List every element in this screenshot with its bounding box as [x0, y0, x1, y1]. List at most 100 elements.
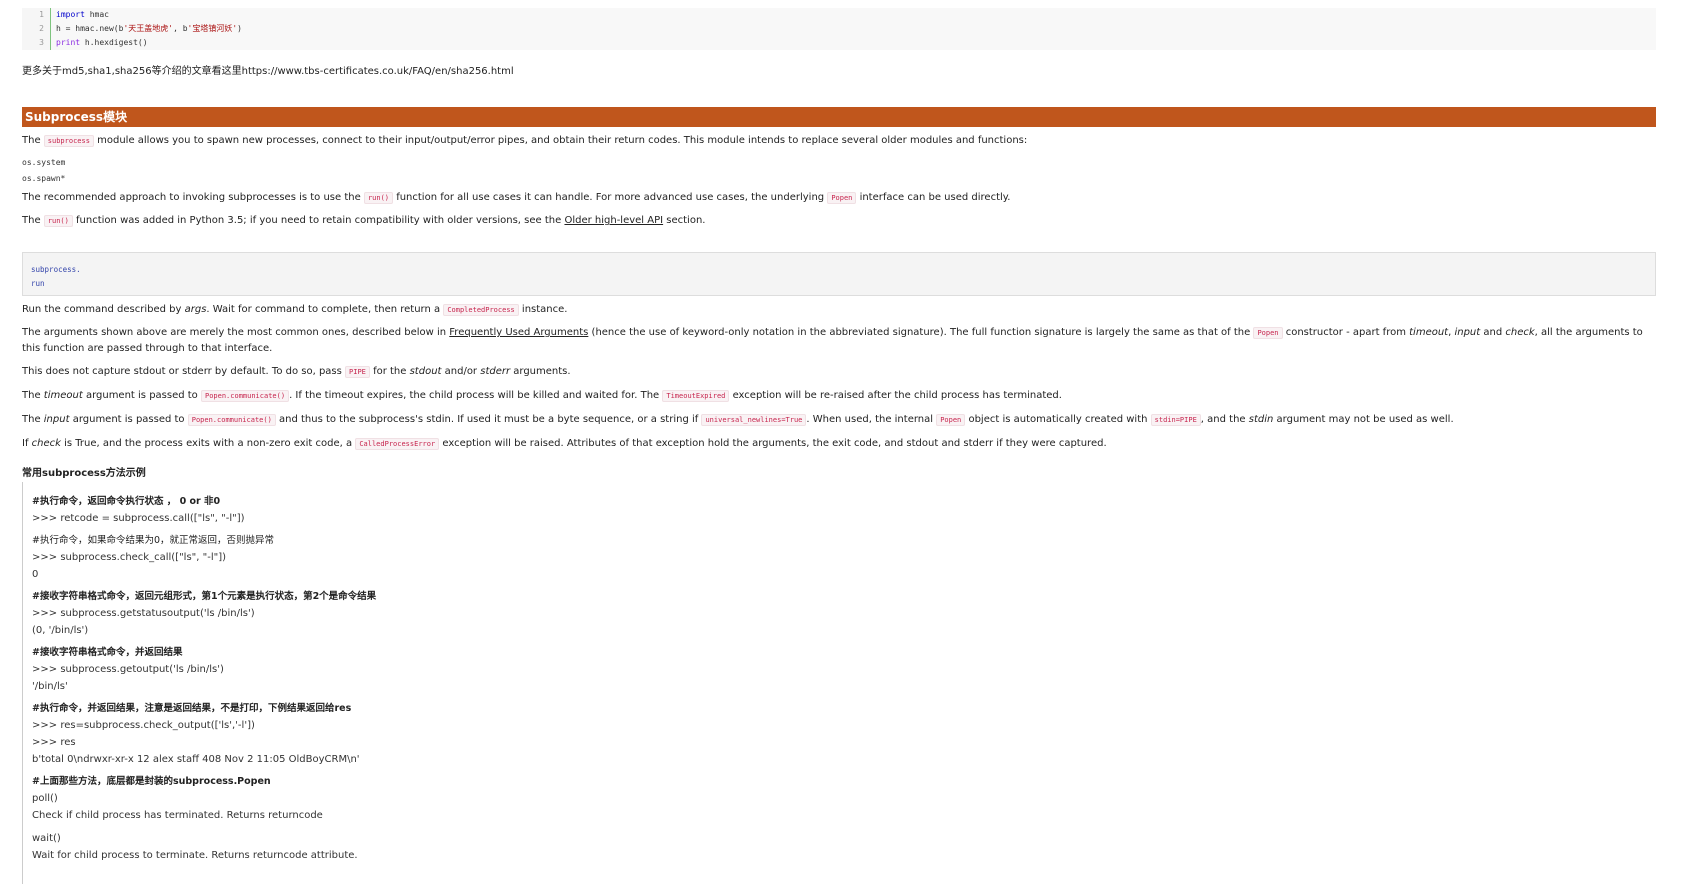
- example-line: b'total 0\ndrwxr-xr-x 12 alex staff 408 …: [32, 754, 360, 765]
- text: arguments.: [510, 366, 571, 377]
- text: constructor - apart from: [1282, 327, 1410, 338]
- inline-code: Popen.communicate(): [187, 414, 276, 426]
- text: stderr: [480, 366, 511, 377]
- old-function-item: os.spawn*: [22, 174, 66, 183]
- inline-code: PIPE: [345, 366, 370, 378]
- code-text: h = hmac.new(b: [56, 24, 124, 33]
- text: The: [22, 390, 44, 401]
- text: interface can be used directly.: [856, 192, 1011, 203]
- example-line: >>> res=subprocess.check_output(['ls','-…: [32, 720, 255, 731]
- text: exception will be re-raised after the ch…: [729, 390, 1062, 401]
- text: timeout: [43, 390, 83, 401]
- inline-code: universal_newlines=True: [701, 414, 807, 426]
- section-heading: Subprocess模块: [22, 107, 1656, 127]
- examples-heading: 常用subprocess方法示例: [22, 468, 146, 479]
- capture-paragraph: This does not capture stdout or stderr b…: [22, 364, 571, 380]
- text: exception will be raised. Attributes of …: [439, 438, 1107, 449]
- text: instance.: [518, 304, 568, 315]
- text: check: [1505, 327, 1535, 338]
- example-comment: #执行命令，如果命令结果为0，就正常返回，否则抛异常: [32, 535, 275, 546]
- text: The: [22, 414, 44, 425]
- text: check: [31, 438, 61, 449]
- inline-code: run(): [363, 192, 394, 204]
- line-number: 2: [22, 22, 51, 36]
- inline-code: subprocess: [43, 135, 94, 147]
- example-comment: #上面那些方法，底层都是封装的subprocess.Popen: [32, 776, 271, 787]
- code-text: hmac: [84, 10, 109, 19]
- code-listing: 1 import hmac 2 h = hmac.new(b'天王盖地虎', b…: [22, 8, 1656, 50]
- signature-module: subprocess.: [31, 265, 81, 274]
- code-text: h.hexdigest(): [80, 38, 148, 47]
- inline-code: stdin=PIPE: [1150, 414, 1201, 426]
- text: input: [43, 414, 70, 425]
- code-line: 1 import hmac: [22, 8, 1656, 22]
- example-line: >>> subprocess.getoutput('ls /bin/ls'): [32, 664, 224, 675]
- text: timeout: [1409, 327, 1449, 338]
- example-line: poll(): [32, 793, 58, 804]
- text: argument is passed to: [69, 414, 188, 425]
- timeout-paragraph: The timeout argument is passed to Popen.…: [22, 388, 1062, 404]
- example-comment: #接收字符串格式命令，并返回结果: [32, 647, 183, 658]
- example-line: (0, '/bin/ls'): [32, 625, 89, 636]
- text: and thus to the subprocess's stdin. If u…: [275, 414, 702, 425]
- text: argument may not be used as well.: [1273, 414, 1454, 425]
- example-line: >>> retcode = subprocess.call(["ls", "-l…: [32, 513, 245, 524]
- code-line: 2 h = hmac.new(b'天王盖地虎', b'宝塔镇河妖'): [22, 22, 1656, 36]
- inline-code: Popen: [827, 192, 857, 204]
- recommendation-paragraph: The recommended approach to invoking sub…: [22, 190, 1010, 206]
- text: for the: [369, 366, 410, 377]
- examples-block: #执行命令，返回命令执行状态 ， 0 or 非0 >>> retcode = s…: [22, 482, 1656, 884]
- text: function for all use cases it can handle…: [393, 192, 828, 203]
- frequently-used-arguments-link[interactable]: Frequently Used Arguments: [449, 327, 588, 338]
- example-comment: #执行命令，并返回结果，注意是返回结果，不是打印，下例结果返回给res: [32, 703, 352, 714]
- code-source: import hmac: [51, 8, 1656, 22]
- inline-code: CompletedProcess: [443, 304, 519, 316]
- inline-code: CalledProcessError: [355, 438, 440, 450]
- text: args: [184, 304, 207, 315]
- example-line: Wait for child process to terminate. Ret…: [32, 850, 358, 861]
- text: object is automatically created with: [965, 414, 1151, 425]
- inline-code: TimeoutExpired: [662, 390, 730, 402]
- example-comment: #接收字符串格式命令，返回元组形式，第1个元素是执行状态，第2个是命令结果: [32, 591, 377, 602]
- code-text: , b: [173, 24, 188, 33]
- text: . When used, the internal: [806, 414, 937, 425]
- text: stdout: [409, 366, 442, 377]
- text: is True, and the process exits with a no…: [60, 438, 356, 449]
- code-text: ): [237, 24, 242, 33]
- text: The: [22, 135, 44, 146]
- text: . If the timeout expires, the child proc…: [289, 390, 663, 401]
- text: function was added in Python 3.5; if you…: [72, 215, 565, 226]
- inline-code: Popen: [936, 414, 966, 426]
- example-line: >>> subprocess.check_call(["ls", "-l"]): [32, 552, 227, 563]
- intro-paragraph: The subprocess module allows you to spaw…: [22, 133, 1027, 149]
- older-api-link[interactable]: Older high-level API: [564, 215, 663, 226]
- input-paragraph: The input argument is passed to Popen.co…: [22, 412, 1454, 428]
- text: Run the command described by: [22, 304, 185, 315]
- text: module allows you to spawn new processes…: [93, 135, 1028, 146]
- example-line: '/bin/ls': [32, 681, 68, 692]
- code-string: '宝塔镇河妖': [187, 24, 238, 33]
- signature-name: run: [31, 279, 45, 288]
- arguments-paragraph: The arguments shown above are merely the…: [22, 325, 1656, 357]
- run-paragraph: Run the command described by args. Wait …: [22, 302, 567, 318]
- example-line: wait(): [32, 833, 61, 844]
- example-line: >>> subprocess.getstatusoutput('ls /bin/…: [32, 608, 255, 619]
- code-source: h = hmac.new(b'天王盖地虎', b'宝塔镇河妖'): [51, 22, 1656, 36]
- inline-code: Popen: [1253, 327, 1283, 339]
- text: and/or: [441, 366, 481, 377]
- old-function-item: os.system: [22, 158, 66, 167]
- text: If: [22, 438, 32, 449]
- example-line: >>> res: [32, 737, 76, 748]
- code-string: '天王盖地虎': [123, 24, 174, 33]
- version-paragraph: The run() function was added in Python 3…: [22, 213, 705, 229]
- text: The recommended approach to invoking sub…: [22, 192, 364, 203]
- text: The arguments shown above are merely the…: [22, 327, 450, 338]
- inline-code: run(): [43, 215, 73, 227]
- text: . Wait for command to complete, then ret…: [206, 304, 444, 315]
- code-keyword: print: [56, 38, 81, 47]
- text: The: [22, 215, 44, 226]
- line-number: 3: [22, 36, 51, 50]
- function-signature-box: subprocess. run: [22, 252, 1656, 296]
- example-line: 0: [32, 569, 39, 580]
- example-comment: #执行命令，返回命令执行状态 ， 0 or 非0: [32, 496, 221, 507]
